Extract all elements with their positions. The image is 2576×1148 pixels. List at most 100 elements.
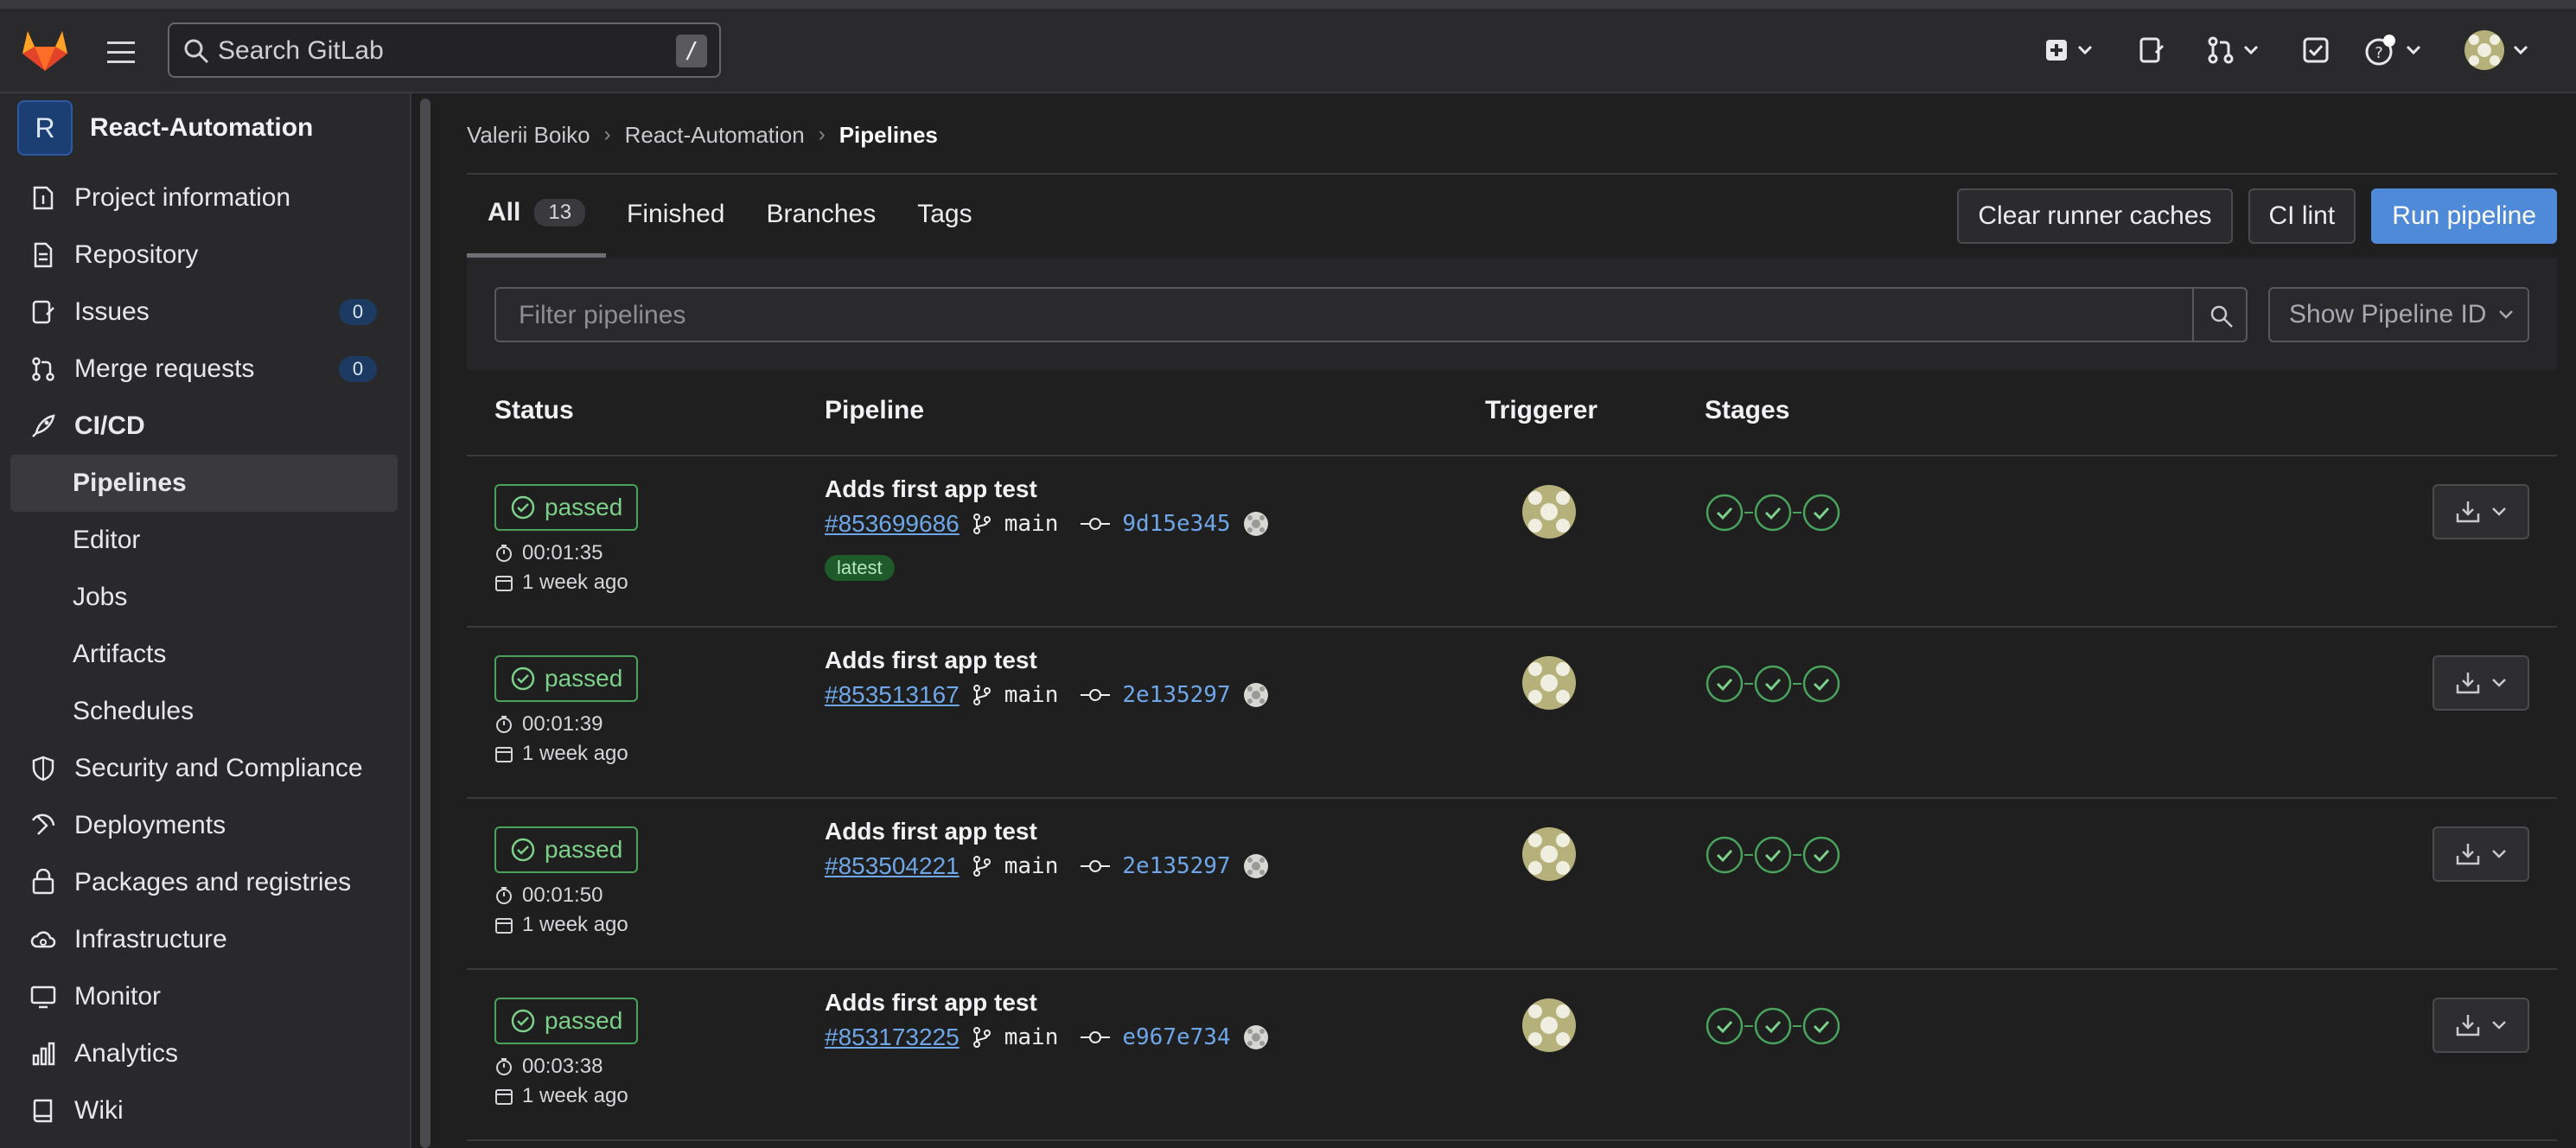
sidebar-scroll-thumb[interactable] [420,99,430,1148]
commit-sha[interactable]: 9d15e345 [1122,511,1230,537]
stage-passed-icon[interactable] [1705,1006,1744,1046]
sidebar-item-wiki[interactable]: Wiki [10,1082,398,1139]
stage-passed-icon[interactable] [1753,835,1793,875]
sidebar-item-analytics[interactable]: Analytics [10,1025,398,1082]
sidebar-item-label: Jobs [73,583,128,611]
stage-passed-icon[interactable] [1705,835,1744,875]
sidebar-item-project-information[interactable]: Project information [10,169,398,226]
branch-name[interactable]: main [1004,853,1059,879]
tab-tags[interactable]: Tags [896,171,992,258]
stage-passed-icon[interactable] [1753,493,1793,533]
hamburger-menu-icon[interactable] [104,40,138,66]
sidebar-item-editor[interactable]: Editor [10,512,398,569]
status-badge[interactable]: passed [494,998,639,1044]
chevron-down-icon [2492,507,2506,516]
pipeline-id-link[interactable]: #853504221 [825,852,960,880]
user-menu[interactable] [2464,30,2529,70]
download-artifacts-dropdown[interactable] [2433,484,2529,539]
download-artifacts-dropdown[interactable] [2433,655,2529,711]
svg-text:?: ? [2375,44,2383,62]
pipeline-meta: #853699686 main 9d15e345 [825,510,1269,538]
plus-square-icon [2046,40,2067,61]
stage-passed-icon[interactable] [1705,493,1744,533]
finished-at: 1 week ago [494,913,628,937]
stage-passed-icon[interactable] [1753,664,1793,704]
column-header-pipeline: Pipeline [825,396,925,424]
breadcrumb-user[interactable]: Valerii Boiko [467,122,590,149]
commit-sha[interactable]: e967e734 [1122,1024,1230,1050]
commit-icon [1081,1031,1111,1043]
breadcrumb-current[interactable]: Pipelines [839,122,938,149]
sidebar-item-jobs[interactable]: Jobs [10,569,398,626]
sidebar-item-artifacts[interactable]: Artifacts [10,626,398,683]
branch-icon [972,513,991,534]
gitlab-logo-icon[interactable] [21,28,69,73]
stage-passed-icon[interactable] [1705,664,1744,704]
help-dropdown[interactable]: ? [2363,31,2422,69]
sidebar-item-label: Repository [74,240,199,269]
todo-icon[interactable] [2301,31,2331,69]
triggerer-avatar[interactable] [1521,998,1577,1053]
merge-request-icon [2208,36,2234,64]
sidebar-item-merge-requests[interactable]: Merge requests 0 [10,341,398,398]
triggerer-avatar[interactable] [1521,655,1577,711]
sidebar-item-schedules[interactable]: Schedules [10,683,398,740]
status-badge[interactable]: passed [494,826,639,873]
pipeline-actions: Clear runner caches CI lint Run pipeline [1957,188,2557,244]
sidebar-item-infrastructure[interactable]: Infrastructure [10,911,398,968]
pipeline-id-select[interactable]: Show Pipeline ID [2268,287,2529,342]
download-artifacts-dropdown[interactable] [2433,826,2529,882]
pipeline-id-link[interactable]: #853173225 [825,1024,960,1051]
tab-finished[interactable]: Finished [606,171,745,258]
tab-all[interactable]: All 13 [467,171,607,258]
commit-sha[interactable]: 2e135297 [1122,853,1230,879]
pipeline-title[interactable]: Adds first app test [825,989,1037,1017]
stage-passed-icon[interactable] [1801,835,1841,875]
pipeline-title[interactable]: Adds first app test [825,475,1037,503]
breadcrumb-project[interactable]: React-Automation [625,122,805,149]
pipeline-title[interactable]: Adds first app test [825,647,1037,674]
run-pipeline-button[interactable]: Run pipeline [2371,188,2557,244]
filter-pipelines-input[interactable]: Filter pipelines [494,287,2194,342]
pipeline-title[interactable]: Adds first app test [825,818,1037,845]
stage-connector [1744,683,1753,685]
commit-sha[interactable]: 2e135297 [1122,682,1230,708]
stage-passed-icon[interactable] [1801,1006,1841,1046]
status-text: passed [545,836,623,863]
sidebar-item-cicd[interactable]: CI/CD [10,398,398,455]
issues-icon[interactable] [2137,31,2166,69]
sidebar-item-repository[interactable]: Repository [10,226,398,284]
download-artifacts-dropdown[interactable] [2433,998,2529,1053]
triggerer-avatar[interactable] [1521,826,1577,882]
branch-name[interactable]: main [1004,511,1059,537]
ci-lint-button[interactable]: CI lint [2248,188,2356,244]
project-avatar: R [17,100,73,156]
sidebar-item-monitor[interactable]: Monitor [10,968,398,1025]
clear-runner-caches-button[interactable]: Clear runner caches [1957,188,2233,244]
status-badge[interactable]: passed [494,655,639,702]
sidebar-item-security-and-compliance[interactable]: Security and Compliance [10,740,398,797]
sidebar-item-pipelines[interactable]: Pipelines [10,455,398,512]
filter-search-button[interactable] [2192,287,2248,342]
pipeline-id-link[interactable]: #853699686 [825,510,960,538]
search-input[interactable]: Search GitLab / [168,22,721,78]
duration-text: 00:03:38 [522,1055,603,1078]
stage-passed-icon[interactable] [1753,1006,1793,1046]
branch-name[interactable]: main [1004,1024,1059,1050]
sidebar-item-packages-and-registries[interactable]: Packages and registries [10,854,398,911]
branch-name[interactable]: main [1004,682,1059,708]
tab-branches[interactable]: Branches [745,171,896,258]
stage-passed-icon[interactable] [1801,664,1841,704]
branch-icon [972,1027,991,1048]
project-header[interactable]: R React-Automation [17,99,313,157]
triggerer-avatar[interactable] [1521,484,1577,539]
stage-passed-icon[interactable] [1801,493,1841,533]
pipeline-id-link[interactable]: #853513167 [825,681,960,709]
new-item-dropdown[interactable] [2044,31,2094,69]
sidebar-item-label: Artifacts [73,640,167,668]
status-badge[interactable]: passed [494,484,639,531]
merge-requests-dropdown[interactable] [2206,31,2260,69]
sidebar-item-issues[interactable]: Issues 0 [10,284,398,341]
sidebar-item-label: Infrastructure [74,925,227,953]
sidebar-item-deployments[interactable]: Deployments [10,797,398,854]
